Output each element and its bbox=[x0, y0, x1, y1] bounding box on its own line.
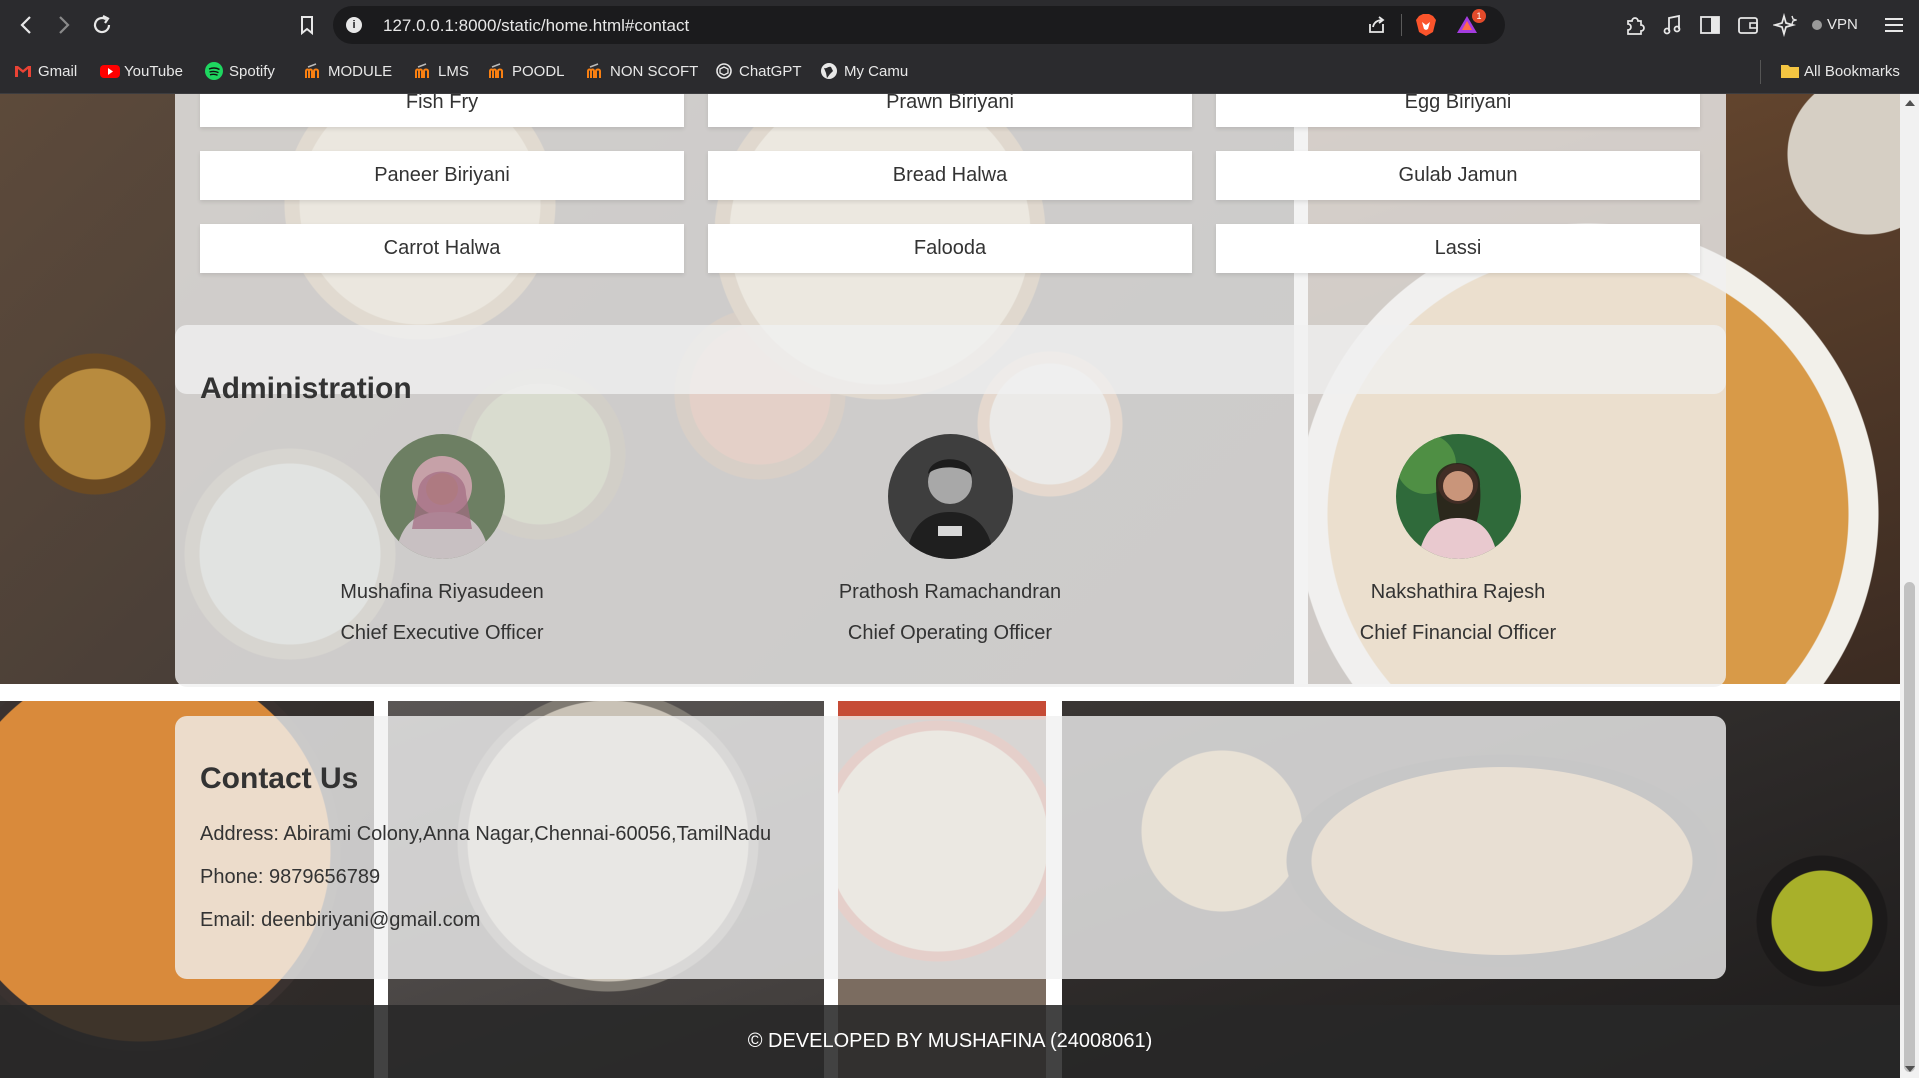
vpn-button[interactable]: VPN bbox=[1806, 12, 1864, 38]
omnibox-divider bbox=[1401, 14, 1402, 36]
bookmark-label: YouTube bbox=[124, 63, 183, 80]
folder-icon bbox=[1780, 62, 1799, 80]
dish-card: Egg Biriyani bbox=[1216, 94, 1700, 127]
bookmark-page-icon[interactable] bbox=[294, 12, 320, 38]
dish-card: Lassi bbox=[1216, 224, 1700, 273]
admin-person-ceo: Mushafina Riyasudeen Chief Executive Off… bbox=[200, 434, 684, 645]
avatar bbox=[1395, 434, 1521, 559]
back-arrow-icon[interactable] bbox=[14, 12, 40, 38]
gmail-icon bbox=[14, 62, 32, 80]
leo-ai-sparkle-icon[interactable] bbox=[1771, 12, 1799, 38]
dish-card: Paneer Biriyani bbox=[200, 151, 684, 200]
page-scrollbar[interactable] bbox=[1900, 94, 1919, 1078]
dish-card: Carrot Halwa bbox=[200, 224, 684, 273]
bookmarks-bar: Gmail YouTube Spotify MODULE LMS POODL N… bbox=[0, 50, 1919, 94]
person-role: Chief Operating Officer bbox=[847, 622, 1053, 644]
bookmark-label: ChatGPT bbox=[739, 63, 802, 80]
bookmark-my-camu[interactable]: My Camu bbox=[820, 59, 908, 85]
bookmark-lms[interactable]: LMS bbox=[414, 59, 469, 85]
contact-address: Address: Abirami Colony,Anna Nagar,Chenn… bbox=[200, 823, 772, 845]
footer-credit: © DEVELOPED BY MUSHAFINA (24008061) bbox=[747, 1030, 1153, 1052]
bookmark-poodl[interactable]: POODL bbox=[488, 59, 565, 85]
bookmark-chatgpt[interactable]: ChatGPT bbox=[715, 59, 802, 85]
all-bookmarks-button[interactable]: All Bookmarks bbox=[1780, 59, 1900, 85]
bookmark-label: POODL bbox=[512, 63, 565, 80]
all-bookmarks-label: All Bookmarks bbox=[1804, 63, 1900, 80]
vpn-status-dot bbox=[1812, 20, 1822, 30]
dish-card: Gulab Jamun bbox=[1216, 151, 1700, 200]
moodle-icon bbox=[304, 62, 322, 80]
spotify-icon bbox=[205, 62, 223, 80]
rewards-badge: 1 bbox=[1472, 9, 1486, 23]
dish-card: Prawn Biriyani bbox=[708, 94, 1192, 127]
footer: © DEVELOPED BY MUSHAFINA (24008061) bbox=[0, 1005, 1900, 1078]
avatar bbox=[887, 434, 1013, 559]
site-info-icon[interactable]: i bbox=[346, 17, 362, 33]
bookmark-label: Spotify bbox=[229, 63, 275, 80]
brave-shields-icon[interactable] bbox=[1415, 13, 1437, 37]
vpn-label: VPN bbox=[1827, 16, 1858, 33]
contact-email: Email: deenbiriyani@gmail.com bbox=[200, 909, 481, 931]
contact-heading: Contact Us bbox=[200, 762, 359, 795]
bookmark-label: My Camu bbox=[844, 63, 909, 80]
bookmark-non-scoft[interactable]: NON SCOFT bbox=[586, 59, 698, 85]
hamburger-menu-icon[interactable] bbox=[1882, 13, 1906, 37]
moodle-icon bbox=[488, 62, 506, 80]
bookmark-label: NON SCOFT bbox=[610, 63, 699, 80]
address-bar[interactable]: i 127.0.0.1:8000/static/home.html#contac… bbox=[333, 6, 1505, 44]
url-text[interactable]: 127.0.0.1:8000/static/home.html#contact bbox=[383, 16, 689, 36]
person-name: Mushafina Riyasudeen bbox=[340, 581, 544, 603]
extensions-puzzle-icon[interactable] bbox=[1623, 13, 1647, 37]
avatar bbox=[379, 434, 505, 559]
bookmark-label: LMS bbox=[438, 63, 469, 80]
wallet-icon[interactable] bbox=[1736, 13, 1760, 37]
scrollbar-thumb[interactable] bbox=[1904, 582, 1915, 1072]
reload-icon[interactable] bbox=[89, 12, 115, 38]
moodle-icon bbox=[586, 62, 604, 80]
person-role: Chief Executive Officer bbox=[340, 622, 544, 644]
share-icon[interactable] bbox=[1367, 15, 1387, 35]
bookmark-label: MODULE bbox=[328, 63, 393, 80]
sidebar-toggle-icon[interactable] bbox=[1698, 13, 1722, 37]
person-role: Chief Financial Officer bbox=[1359, 622, 1557, 644]
admin-person-cfo: Nakshathira Rajesh Chief Financial Offic… bbox=[1216, 434, 1700, 645]
bookmark-spotify[interactable]: Spotify bbox=[205, 59, 275, 85]
scroll-up-arrow-icon[interactable] bbox=[1905, 100, 1915, 106]
media-music-icon[interactable] bbox=[1660, 13, 1684, 37]
page-viewport: Fish Fry Prawn Biriyani Egg Biriyani Pan… bbox=[0, 94, 1900, 1078]
globe-icon bbox=[820, 62, 838, 80]
forward-arrow-icon[interactable] bbox=[50, 12, 76, 38]
person-name: Prathosh Ramachandran bbox=[838, 581, 1062, 603]
contact-phone: Phone: 9879656789 bbox=[200, 866, 381, 888]
youtube-icon bbox=[100, 62, 120, 80]
browser-toolbar: i 127.0.0.1:8000/static/home.html#contac… bbox=[0, 0, 1919, 50]
person-name: Nakshathira Rajesh bbox=[1370, 581, 1546, 603]
dish-card: Falooda bbox=[708, 224, 1192, 273]
bookmark-youtube[interactable]: YouTube bbox=[100, 59, 183, 85]
bookmarks-divider bbox=[1760, 60, 1761, 84]
bookmark-label: Gmail bbox=[38, 63, 78, 80]
administration-heading: Administration bbox=[200, 372, 412, 405]
moodle-icon bbox=[414, 62, 432, 80]
dish-card: Fish Fry bbox=[200, 94, 684, 127]
dish-card: Bread Halwa bbox=[708, 151, 1192, 200]
scroll-down-arrow-icon[interactable] bbox=[1905, 1066, 1915, 1072]
bookmark-gmail[interactable]: Gmail bbox=[14, 59, 77, 85]
chatgpt-icon bbox=[715, 62, 733, 80]
admin-person-coo: Prathosh Ramachandran Chief Operating Of… bbox=[708, 434, 1192, 645]
contact-section bbox=[175, 716, 1726, 979]
bookmark-module[interactable]: MODULE bbox=[304, 59, 392, 85]
